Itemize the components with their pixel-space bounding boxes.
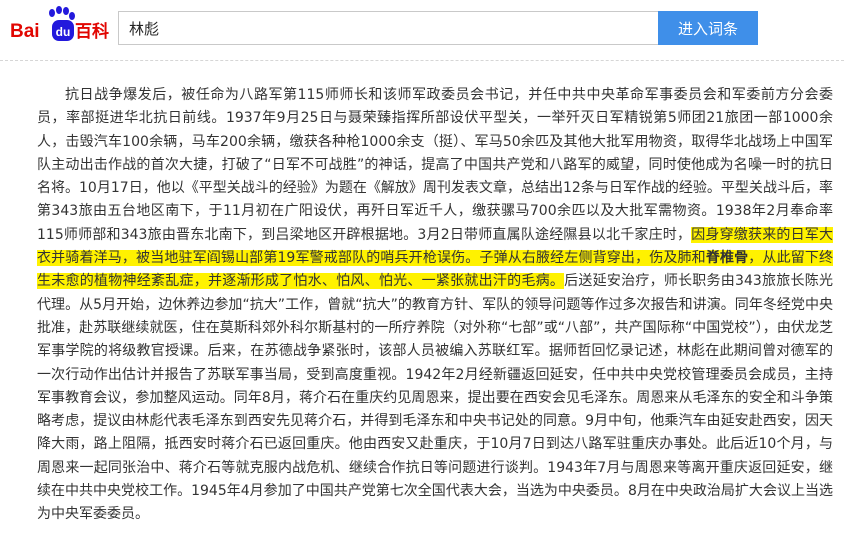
paw-icon xyxy=(49,6,75,20)
enter-entry-button[interactable]: 进入词条 xyxy=(658,11,758,45)
article-paragraph: 抗日战争爆发后，被任命为八路军第115师师长和该师军政委员会书记，并任中共中央革… xyxy=(37,84,834,527)
header-divider xyxy=(0,60,844,61)
svg-text:du: du xyxy=(56,25,71,39)
svg-text:Bai: Bai xyxy=(10,21,40,42)
header-bar: du Bai 百科 进入词条 xyxy=(0,0,844,56)
search-input[interactable] xyxy=(118,11,658,45)
svg-text:百科: 百科 xyxy=(75,21,109,42)
article-text-before: 抗日战争爆发后，被任命为八路军第115师师长和该师军政委员会书记，并任中共中央革… xyxy=(37,87,833,243)
baidu-baike-logo[interactable]: du Bai 百科 xyxy=(8,6,112,46)
spine-keyword-link[interactable]: 脊椎骨 xyxy=(706,250,748,266)
article-text-after: 后送延安治疗，师长职务由343旅旅长陈光代理。从5月开始，边休养边参加“抗大”工… xyxy=(37,273,833,523)
